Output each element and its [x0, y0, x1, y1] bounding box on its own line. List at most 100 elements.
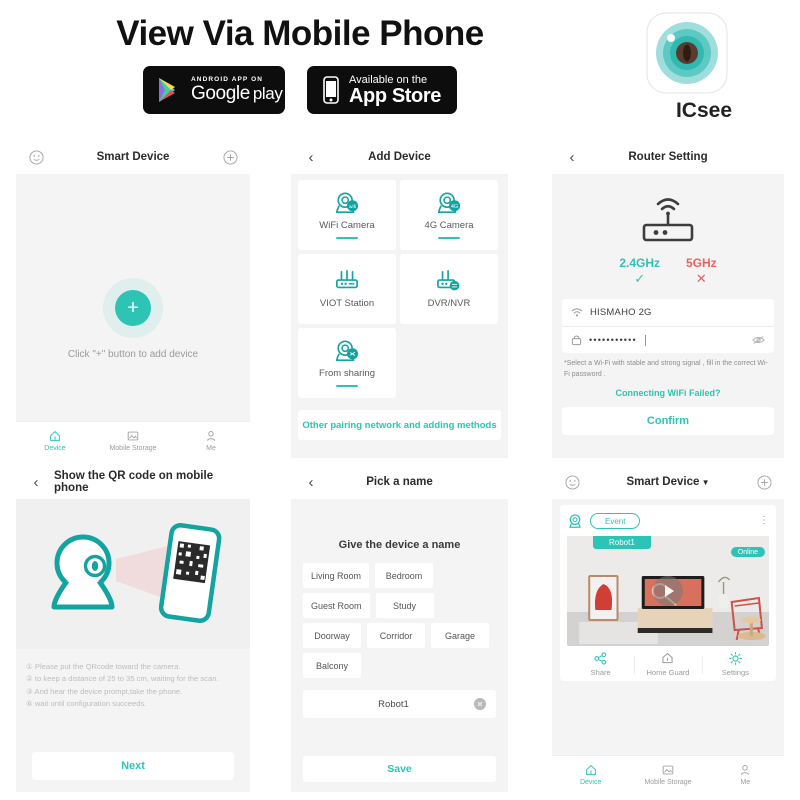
clear-circle-x-icon[interactable]: ✕	[474, 698, 486, 710]
connecting-failed-link[interactable]: Connecting WiFi Failed?	[562, 388, 774, 398]
from-sharing-icon	[334, 339, 360, 363]
panel-pick-a-name: ‹ Pick a name Give the device a name Liv…	[291, 465, 508, 792]
play-triangle-icon[interactable]	[653, 576, 683, 606]
name-suggestion-chips: Living Room Bedroom Guest Room Study Doo…	[303, 563, 496, 678]
p4-title: Show the QR code on mobile phone	[54, 470, 214, 494]
qr-instruction-list: ① Please put the QRcode toward the camer…	[16, 649, 250, 710]
chip-study[interactable]: Study	[375, 593, 434, 618]
chip-garage[interactable]: Garage	[431, 623, 489, 648]
plus-circle-icon[interactable]	[220, 149, 240, 165]
tab-device[interactable]: Device	[16, 429, 94, 452]
store-badges: ANDROID APP ON Google play Available on …	[0, 66, 600, 114]
wifi-credentials-form: HISMAHO 2G •••••••••••	[562, 299, 774, 353]
action-home-guard[interactable]: Home Guard	[634, 651, 701, 677]
wifi-router-icon	[631, 188, 705, 250]
action-share[interactable]: Share	[567, 651, 634, 677]
p2-navbar: ‹ Add Device	[291, 140, 508, 174]
tile-4g-camera[interactable]: 4G 4G Camera	[400, 180, 498, 250]
chip-balcony[interactable]: Balcony	[303, 653, 361, 678]
p3-navbar: ‹ Router Setting	[552, 140, 784, 174]
eye-slash-icon[interactable]	[752, 335, 765, 345]
device-name-input[interactable]: Robot1 ✕	[303, 690, 496, 718]
frequency-support-row: 2.4GHz ✓ 5GHz ✕	[619, 256, 716, 287]
pick-name-subtitle: Give the device a name	[338, 539, 461, 551]
tile-viot-station[interactable]: VIOT Station	[298, 254, 396, 324]
tile-viot-station-label: VIOT Station	[319, 298, 375, 309]
freq-5ghz: 5GHz ✕	[686, 256, 717, 287]
panel-add-device: ‹ Add Device wifi WiFi Camera 4G 4G Came…	[291, 140, 508, 458]
p1-tabbar: Device Mobile Storage Me	[16, 421, 250, 458]
tile-underline	[336, 385, 358, 387]
p1-title: Smart Device	[96, 151, 170, 163]
google-play-badge-word-play: play	[252, 83, 283, 103]
qr-step-2: ② to keep a distance of 25 to 35 cm, wai…	[26, 674, 219, 684]
tile-dvr-nvr-label: DVR/NVR	[427, 298, 471, 309]
qr-illustration-stage	[16, 499, 250, 649]
p6-title[interactable]: Smart Device	[582, 476, 754, 488]
device-actions: Share Home Guard Settings	[567, 651, 769, 677]
tile-from-sharing[interactable]: From sharing	[298, 328, 396, 398]
page-title: View Via Mobile Phone	[116, 14, 484, 53]
action-settings[interactable]: Settings	[701, 651, 769, 677]
tab-mobile-storage[interactable]: Mobile Storage	[94, 429, 172, 452]
p5-title: Pick a name	[366, 476, 433, 488]
kebab-menu-icon[interactable]: ⋮	[759, 516, 769, 526]
password-row[interactable]: •••••••••••	[562, 326, 774, 353]
wifi-signal-icon	[571, 307, 583, 318]
tile-4g-camera-label: 4G Camera	[424, 220, 474, 232]
app-store-badge-big-text: App Store	[349, 84, 441, 107]
tile-from-sharing-label: From sharing	[319, 368, 375, 380]
panel-show-qr-code: ‹ Show the QR code on mobile phone ① Ple…	[16, 465, 250, 792]
ssid-row[interactable]: HISMAHO 2G	[562, 299, 774, 326]
poster-header: View Via Mobile Phone ANDROID APP ON Goo…	[0, 0, 800, 140]
save-button[interactable]: Save	[303, 756, 496, 782]
other-pairing-methods-button[interactable]: Other pairing network and adding methods	[298, 410, 501, 440]
device-card: Event ⋮ Robot1 Online Share Home Guard S…	[560, 505, 776, 681]
p5-navbar: ‹ Pick a name	[291, 465, 508, 499]
tile-underline	[336, 237, 358, 239]
back-chevron-icon[interactable]: ‹	[562, 149, 582, 166]
panel-router-setting: ‹ Router Setting 2.4GHz ✓ 5GHz ✕ HISMAHO…	[552, 140, 784, 458]
qr-step-4: ⑥ wait until configuration succeeds.	[26, 698, 147, 708]
p6-content: Event ⋮ Robot1 Online Share Home Guard S…	[552, 499, 784, 755]
plus-circle-icon[interactable]	[754, 474, 774, 490]
next-button[interactable]: Next	[32, 752, 234, 780]
app-store-badge[interactable]: Available on the App Store	[307, 66, 457, 114]
qr-step-1: ① Please put the QRcode toward the camer…	[26, 662, 181, 671]
tile-wifi-camera[interactable]: wifi WiFi Camera	[298, 180, 396, 250]
camera-preview[interactable]: Robot1 Online	[567, 536, 769, 646]
back-chevron-icon[interactable]: ‹	[301, 474, 321, 491]
tab-device-label: Device	[579, 778, 602, 786]
chip-bedroom[interactable]: Bedroom	[375, 563, 434, 588]
back-chevron-icon[interactable]: ‹	[301, 149, 321, 166]
tab-mobile-storage[interactable]: Mobile Storage	[629, 763, 706, 786]
google-play-badge-word-google: Google	[191, 82, 250, 104]
p3-content: 2.4GHz ✓ 5GHz ✕ HISMAHO 2G ••••••••••• *…	[552, 174, 784, 435]
event-button[interactable]: Event	[590, 513, 641, 529]
add-device-halo: +	[103, 278, 163, 338]
p1-navbar: Smart Device	[16, 140, 250, 174]
dvr-nvr-icon	[435, 269, 463, 293]
app-store-badge-small-text: Available on the	[349, 73, 428, 86]
face-smiley-icon[interactable]	[26, 149, 46, 165]
chip-corridor[interactable]: Corridor	[367, 623, 425, 648]
tab-me[interactable]: Me	[707, 763, 784, 786]
status-badge: Online	[730, 547, 765, 557]
wifi-camera-icon: wifi	[334, 191, 360, 215]
tab-me[interactable]: Me	[172, 429, 250, 452]
face-smiley-icon[interactable]	[562, 474, 582, 490]
p4-navbar: ‹ Show the QR code on mobile phone	[16, 465, 250, 499]
chip-living-room[interactable]: Living Room	[303, 563, 370, 588]
icsee-camera-lens-logo	[644, 10, 764, 96]
tile-dvr-nvr[interactable]: DVR/NVR	[400, 254, 498, 324]
add-device-button[interactable]: +	[115, 290, 151, 326]
confirm-button[interactable]: Confirm	[562, 407, 774, 435]
tab-mobile-storage-label: Mobile Storage	[109, 444, 157, 452]
tab-device[interactable]: Device	[552, 763, 629, 786]
device-name-tag: Robot1	[593, 536, 651, 549]
chip-doorway[interactable]: Doorway	[303, 623, 361, 648]
google-play-badge[interactable]: ANDROID APP ON Google play	[143, 66, 285, 114]
back-chevron-icon[interactable]: ‹	[26, 474, 46, 491]
chip-guest-room[interactable]: Guest Room	[303, 593, 370, 618]
p3-title: Router Setting	[628, 151, 708, 163]
